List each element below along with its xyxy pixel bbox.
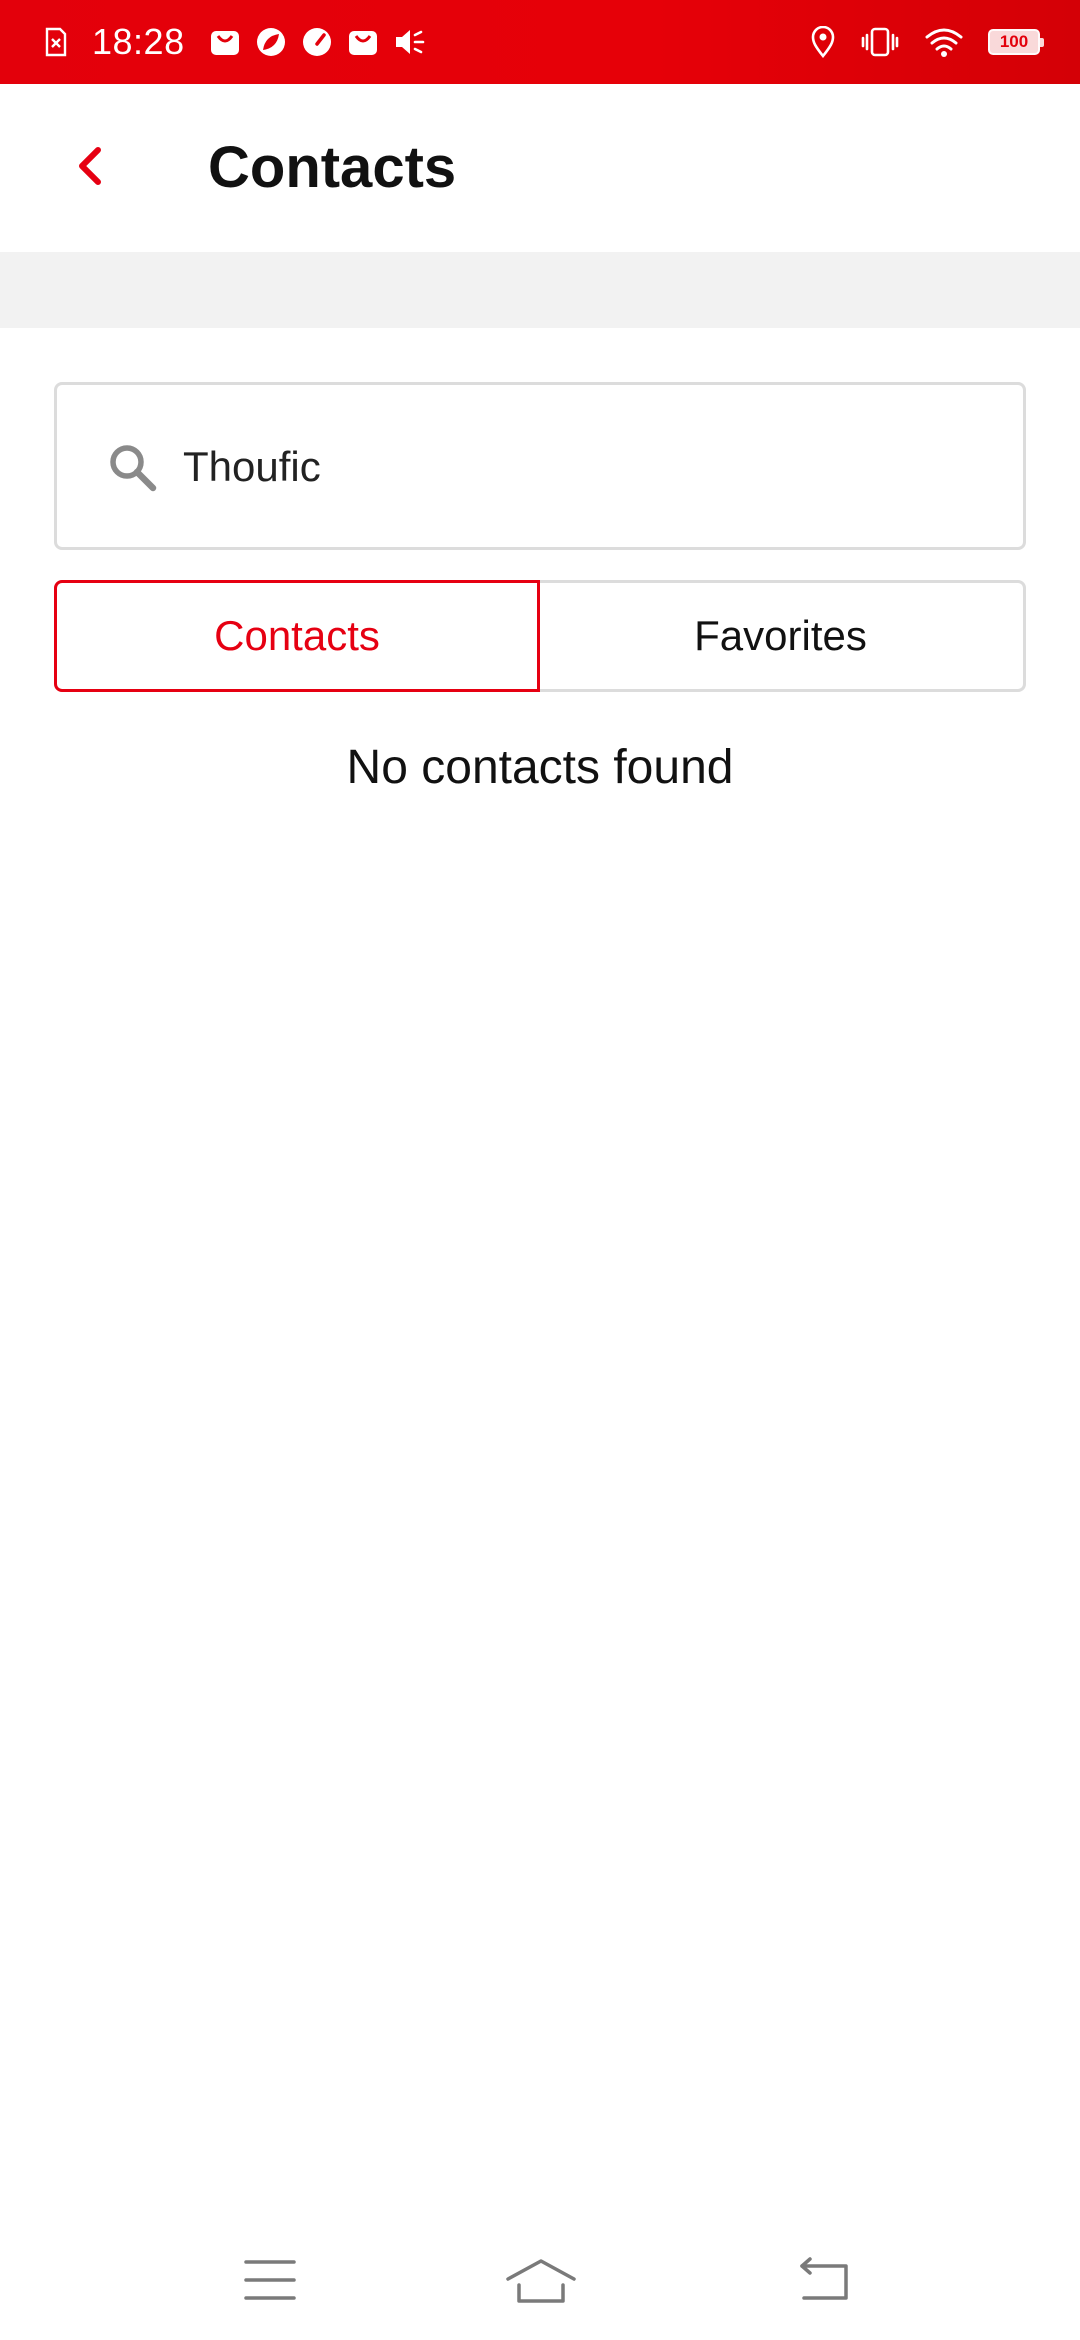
menu-icon <box>244 2260 296 2300</box>
search-icon <box>110 445 157 492</box>
status-time: 18:28 <box>92 21 185 62</box>
leaf-app-icon <box>255 26 287 58</box>
tab-contacts[interactable]: Contacts <box>54 580 540 692</box>
vibrate-icon <box>860 26 900 58</box>
speedometer-icon <box>301 26 333 58</box>
status-right-group: 100 <box>786 0 1044 84</box>
empty-state-message: No contacts found <box>346 741 734 794</box>
nav-menu-button[interactable] <box>222 2242 318 2318</box>
search-box[interactable] <box>54 382 1026 550</box>
shopping-bag-icon <box>347 27 379 57</box>
nav-home-button[interactable] <box>493 2242 589 2318</box>
shopping-bag-icon <box>209 27 241 57</box>
status-bar: 18:28 100 <box>0 0 1080 84</box>
location-icon <box>810 26 836 58</box>
status-left-group: 18:28 <box>44 0 441 84</box>
search-input[interactable] <box>183 415 983 519</box>
page-title: Contacts <box>208 135 457 200</box>
back-icon <box>800 2257 848 2300</box>
tab-group: Contacts Favorites <box>54 580 1026 692</box>
app-header: Contacts <box>0 84 1080 252</box>
header-divider <box>0 252 1080 328</box>
chevron-left-icon <box>79 147 101 185</box>
nav-back-button[interactable] <box>776 2242 872 2318</box>
back-button[interactable] <box>58 134 122 198</box>
sim-error-icon <box>44 27 68 57</box>
battery-icon: 100 <box>988 29 1044 55</box>
system-nav-bar <box>0 2220 1080 2340</box>
speaker-mute-icon <box>393 27 427 57</box>
tab-favorites[interactable]: Favorites <box>538 580 1026 692</box>
home-icon <box>506 2259 576 2303</box>
contacts-screen: 18:28 100 Contacts Thoufic Contacts Favo… <box>0 0 1080 2340</box>
wifi-icon <box>924 26 964 58</box>
